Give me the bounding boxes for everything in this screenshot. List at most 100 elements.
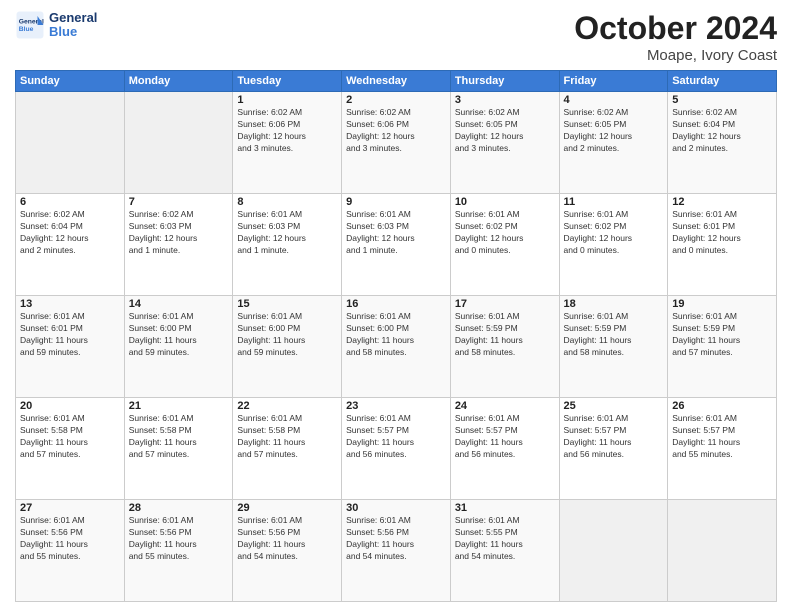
calendar-cell: 1Sunrise: 6:02 AM Sunset: 6:06 PM Daylig… bbox=[233, 92, 342, 194]
day-number: 21 bbox=[129, 400, 229, 412]
cell-info: Sunrise: 6:01 AM Sunset: 6:00 PM Dayligh… bbox=[237, 311, 337, 359]
weekday-header-tuesday: Tuesday bbox=[233, 71, 342, 92]
cell-info: Sunrise: 6:01 AM Sunset: 5:56 PM Dayligh… bbox=[237, 515, 337, 563]
logo-icon: General Blue bbox=[15, 10, 45, 40]
calendar-cell: 14Sunrise: 6:01 AM Sunset: 6:00 PM Dayli… bbox=[124, 296, 233, 398]
cell-info: Sunrise: 6:01 AM Sunset: 5:57 PM Dayligh… bbox=[455, 413, 555, 461]
day-number: 11 bbox=[564, 196, 664, 208]
weekday-header-wednesday: Wednesday bbox=[342, 71, 451, 92]
day-number: 3 bbox=[455, 94, 555, 106]
day-number: 12 bbox=[672, 196, 772, 208]
cell-info: Sunrise: 6:01 AM Sunset: 6:00 PM Dayligh… bbox=[346, 311, 446, 359]
day-number: 26 bbox=[672, 400, 772, 412]
calendar-cell: 23Sunrise: 6:01 AM Sunset: 5:57 PM Dayli… bbox=[342, 398, 451, 500]
cell-info: Sunrise: 6:01 AM Sunset: 6:02 PM Dayligh… bbox=[455, 209, 555, 257]
calendar-cell: 25Sunrise: 6:01 AM Sunset: 5:57 PM Dayli… bbox=[559, 398, 668, 500]
cell-info: Sunrise: 6:02 AM Sunset: 6:04 PM Dayligh… bbox=[672, 107, 772, 155]
calendar-cell: 29Sunrise: 6:01 AM Sunset: 5:56 PM Dayli… bbox=[233, 500, 342, 602]
day-number: 16 bbox=[346, 298, 446, 310]
cell-info: Sunrise: 6:01 AM Sunset: 6:01 PM Dayligh… bbox=[672, 209, 772, 257]
day-number: 27 bbox=[20, 502, 120, 514]
day-number: 2 bbox=[346, 94, 446, 106]
calendar-cell bbox=[668, 500, 777, 602]
cell-info: Sunrise: 6:01 AM Sunset: 5:57 PM Dayligh… bbox=[346, 413, 446, 461]
title-block: October 2024 Moape, Ivory Coast bbox=[574, 10, 777, 64]
cell-info: Sunrise: 6:01 AM Sunset: 5:59 PM Dayligh… bbox=[455, 311, 555, 359]
day-number: 24 bbox=[455, 400, 555, 412]
calendar-cell: 7Sunrise: 6:02 AM Sunset: 6:03 PM Daylig… bbox=[124, 194, 233, 296]
svg-text:Blue: Blue bbox=[19, 26, 34, 33]
location-subtitle: Moape, Ivory Coast bbox=[574, 47, 777, 64]
weekday-header-sunday: Sunday bbox=[16, 71, 125, 92]
cell-info: Sunrise: 6:02 AM Sunset: 6:06 PM Dayligh… bbox=[237, 107, 337, 155]
calendar-cell: 6Sunrise: 6:02 AM Sunset: 6:04 PM Daylig… bbox=[16, 194, 125, 296]
calendar-cell bbox=[559, 500, 668, 602]
day-number: 4 bbox=[564, 94, 664, 106]
calendar-cell: 22Sunrise: 6:01 AM Sunset: 5:58 PM Dayli… bbox=[233, 398, 342, 500]
cell-info: Sunrise: 6:01 AM Sunset: 6:03 PM Dayligh… bbox=[237, 209, 337, 257]
day-number: 18 bbox=[564, 298, 664, 310]
logo: General Blue General Blue bbox=[15, 10, 97, 40]
day-number: 30 bbox=[346, 502, 446, 514]
day-number: 20 bbox=[20, 400, 120, 412]
day-number: 23 bbox=[346, 400, 446, 412]
cell-info: Sunrise: 6:02 AM Sunset: 6:05 PM Dayligh… bbox=[564, 107, 664, 155]
cell-info: Sunrise: 6:01 AM Sunset: 5:58 PM Dayligh… bbox=[20, 413, 120, 461]
header: General Blue General Blue October 2024 M… bbox=[15, 10, 777, 64]
calendar-cell bbox=[16, 92, 125, 194]
day-number: 6 bbox=[20, 196, 120, 208]
day-number: 22 bbox=[237, 400, 337, 412]
day-number: 5 bbox=[672, 94, 772, 106]
cell-info: Sunrise: 6:01 AM Sunset: 6:01 PM Dayligh… bbox=[20, 311, 120, 359]
calendar-cell: 13Sunrise: 6:01 AM Sunset: 6:01 PM Dayli… bbox=[16, 296, 125, 398]
calendar-cell: 30Sunrise: 6:01 AM Sunset: 5:56 PM Dayli… bbox=[342, 500, 451, 602]
day-number: 31 bbox=[455, 502, 555, 514]
calendar-cell: 27Sunrise: 6:01 AM Sunset: 5:56 PM Dayli… bbox=[16, 500, 125, 602]
calendar-cell: 3Sunrise: 6:02 AM Sunset: 6:05 PM Daylig… bbox=[450, 92, 559, 194]
calendar-cell: 26Sunrise: 6:01 AM Sunset: 5:57 PM Dayli… bbox=[668, 398, 777, 500]
cell-info: Sunrise: 6:01 AM Sunset: 5:57 PM Dayligh… bbox=[672, 413, 772, 461]
cell-info: Sunrise: 6:01 AM Sunset: 5:58 PM Dayligh… bbox=[129, 413, 229, 461]
cell-info: Sunrise: 6:01 AM Sunset: 5:56 PM Dayligh… bbox=[346, 515, 446, 563]
calendar-cell: 15Sunrise: 6:01 AM Sunset: 6:00 PM Dayli… bbox=[233, 296, 342, 398]
calendar-cell: 17Sunrise: 6:01 AM Sunset: 5:59 PM Dayli… bbox=[450, 296, 559, 398]
calendar-cell: 11Sunrise: 6:01 AM Sunset: 6:02 PM Dayli… bbox=[559, 194, 668, 296]
cell-info: Sunrise: 6:02 AM Sunset: 6:05 PM Dayligh… bbox=[455, 107, 555, 155]
cell-info: Sunrise: 6:02 AM Sunset: 6:03 PM Dayligh… bbox=[129, 209, 229, 257]
calendar-cell: 2Sunrise: 6:02 AM Sunset: 6:06 PM Daylig… bbox=[342, 92, 451, 194]
weekday-header-thursday: Thursday bbox=[450, 71, 559, 92]
calendar-cell: 9Sunrise: 6:01 AM Sunset: 6:03 PM Daylig… bbox=[342, 194, 451, 296]
page: General Blue General Blue October 2024 M… bbox=[0, 0, 792, 612]
calendar-cell: 19Sunrise: 6:01 AM Sunset: 5:59 PM Dayli… bbox=[668, 296, 777, 398]
calendar-cell: 24Sunrise: 6:01 AM Sunset: 5:57 PM Dayli… bbox=[450, 398, 559, 500]
cell-info: Sunrise: 6:01 AM Sunset: 5:57 PM Dayligh… bbox=[564, 413, 664, 461]
calendar-table: SundayMondayTuesdayWednesdayThursdayFrid… bbox=[15, 70, 777, 602]
day-number: 9 bbox=[346, 196, 446, 208]
day-number: 15 bbox=[237, 298, 337, 310]
cell-info: Sunrise: 6:01 AM Sunset: 5:56 PM Dayligh… bbox=[129, 515, 229, 563]
cell-info: Sunrise: 6:01 AM Sunset: 5:56 PM Dayligh… bbox=[20, 515, 120, 563]
cell-info: Sunrise: 6:01 AM Sunset: 5:59 PM Dayligh… bbox=[564, 311, 664, 359]
month-title: October 2024 bbox=[574, 10, 777, 47]
calendar-cell bbox=[124, 92, 233, 194]
logo-text: General Blue bbox=[49, 11, 97, 40]
day-number: 8 bbox=[237, 196, 337, 208]
weekday-header-friday: Friday bbox=[559, 71, 668, 92]
calendar-cell: 12Sunrise: 6:01 AM Sunset: 6:01 PM Dayli… bbox=[668, 194, 777, 296]
cell-info: Sunrise: 6:02 AM Sunset: 6:04 PM Dayligh… bbox=[20, 209, 120, 257]
day-number: 19 bbox=[672, 298, 772, 310]
day-number: 1 bbox=[237, 94, 337, 106]
cell-info: Sunrise: 6:01 AM Sunset: 5:55 PM Dayligh… bbox=[455, 515, 555, 563]
calendar-cell: 5Sunrise: 6:02 AM Sunset: 6:04 PM Daylig… bbox=[668, 92, 777, 194]
calendar-cell: 20Sunrise: 6:01 AM Sunset: 5:58 PM Dayli… bbox=[16, 398, 125, 500]
calendar-cell: 21Sunrise: 6:01 AM Sunset: 5:58 PM Dayli… bbox=[124, 398, 233, 500]
calendar-cell: 18Sunrise: 6:01 AM Sunset: 5:59 PM Dayli… bbox=[559, 296, 668, 398]
day-number: 17 bbox=[455, 298, 555, 310]
calendar-cell: 8Sunrise: 6:01 AM Sunset: 6:03 PM Daylig… bbox=[233, 194, 342, 296]
cell-info: Sunrise: 6:01 AM Sunset: 6:00 PM Dayligh… bbox=[129, 311, 229, 359]
weekday-header-saturday: Saturday bbox=[668, 71, 777, 92]
weekday-header-monday: Monday bbox=[124, 71, 233, 92]
day-number: 13 bbox=[20, 298, 120, 310]
calendar-cell: 31Sunrise: 6:01 AM Sunset: 5:55 PM Dayli… bbox=[450, 500, 559, 602]
cell-info: Sunrise: 6:01 AM Sunset: 5:59 PM Dayligh… bbox=[672, 311, 772, 359]
